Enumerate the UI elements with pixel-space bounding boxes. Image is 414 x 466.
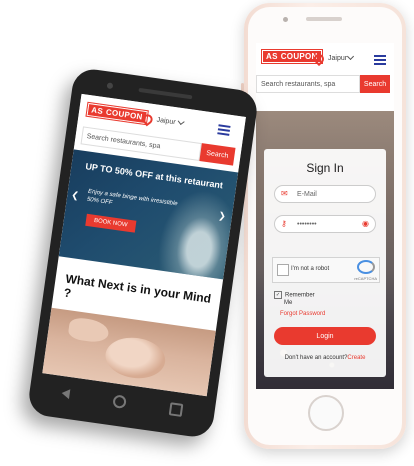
email-placeholder: E-Mail: [297, 190, 317, 198]
recaptcha-logo-icon: [357, 260, 375, 274]
iphone-camera: [283, 17, 288, 22]
logo-prefix: AS: [266, 52, 278, 61]
hamburger-menu-icon[interactable]: [217, 124, 231, 138]
remember-label-2: Me: [284, 300, 293, 306]
chevron-left-icon[interactable]: ❮: [71, 190, 80, 202]
search-button[interactable]: Search: [199, 143, 236, 166]
create-account-link[interactable]: Create: [347, 355, 365, 361]
iphone-speaker: [306, 17, 342, 21]
search-input[interactable]: Search restaurants, spa: [256, 75, 360, 93]
home-icon[interactable]: [112, 393, 127, 409]
login-button[interactable]: Login: [274, 327, 376, 345]
promo-banner: ❮ ❯ UP TO 50% OFF at this retaurant Enjo…: [58, 149, 239, 280]
iphone-header: AS COUPON Jaipur Search restaurants, spa …: [256, 43, 394, 111]
envelope-icon: ✉: [281, 189, 288, 198]
logo-text: COUPON: [105, 107, 144, 122]
back-icon[interactable]: [61, 388, 71, 400]
eye-icon[interactable]: ◉: [362, 220, 369, 228]
android-camera: [106, 82, 114, 90]
no-account-row: Don't have an account?Create: [264, 355, 386, 361]
android-speaker: [138, 87, 193, 100]
ascoupon-logo[interactable]: AS COUPON: [85, 101, 149, 126]
chevron-down-icon: [346, 52, 355, 61]
spa-image-face: [102, 333, 168, 382]
remember-me-checkbox[interactable]: ✓ Remember: [274, 291, 315, 299]
android-screen: AS COUPON Jaipur Search restaurants, spa …: [42, 93, 246, 397]
ascoupon-logo[interactable]: AS COUPON: [261, 49, 323, 64]
remember-label: Remember: [285, 292, 315, 299]
chevron-right-icon[interactable]: ❯: [218, 210, 227, 222]
recaptcha-checkbox[interactable]: [277, 264, 289, 276]
spa-image-hand: [67, 316, 111, 344]
forgot-password-link[interactable]: Forgot Password: [280, 311, 325, 317]
checkmark-icon: ✓: [274, 291, 282, 299]
search-button[interactable]: Search: [360, 75, 390, 93]
android-device: AS COUPON Jaipur Search restaurants, spa …: [26, 66, 260, 440]
hamburger-menu-icon[interactable]: [374, 55, 386, 67]
no-account-text: Don't have an account?: [284, 355, 348, 361]
recent-apps-icon[interactable]: [168, 401, 184, 417]
key-icon: ⚷: [281, 219, 287, 228]
city-selector[interactable]: Jaipur: [156, 117, 176, 127]
iphone-home-button[interactable]: [308, 395, 344, 431]
signin-card: Sign In ✉ E-Mail ⚷ •••••••• ◉ I'm not a …: [264, 149, 386, 377]
logo-prefix: AS: [90, 105, 104, 117]
book-now-button[interactable]: BOOK NOW: [85, 213, 137, 233]
recaptcha-widget: I'm not a robot reCAPTCHA: [272, 257, 380, 283]
city-selector[interactable]: Jaipur: [328, 55, 347, 62]
banner-image: [153, 182, 236, 280]
password-field[interactable]: ⚷ •••••••• ◉: [274, 215, 376, 233]
recaptcha-label: I'm not a robot: [291, 266, 330, 272]
logo-text: COUPON: [280, 52, 318, 61]
recaptcha-brand: reCAPTCHA: [354, 276, 377, 281]
password-value: ••••••••: [297, 220, 317, 228]
chevron-down-icon: [177, 118, 185, 126]
iphone-screen: AS COUPON Jaipur Search restaurants, spa …: [256, 43, 394, 389]
signin-title: Sign In: [306, 161, 344, 175]
email-field[interactable]: ✉ E-Mail: [274, 185, 376, 203]
iphone-device: AS COUPON Jaipur Search restaurants, spa …: [241, 3, 406, 449]
